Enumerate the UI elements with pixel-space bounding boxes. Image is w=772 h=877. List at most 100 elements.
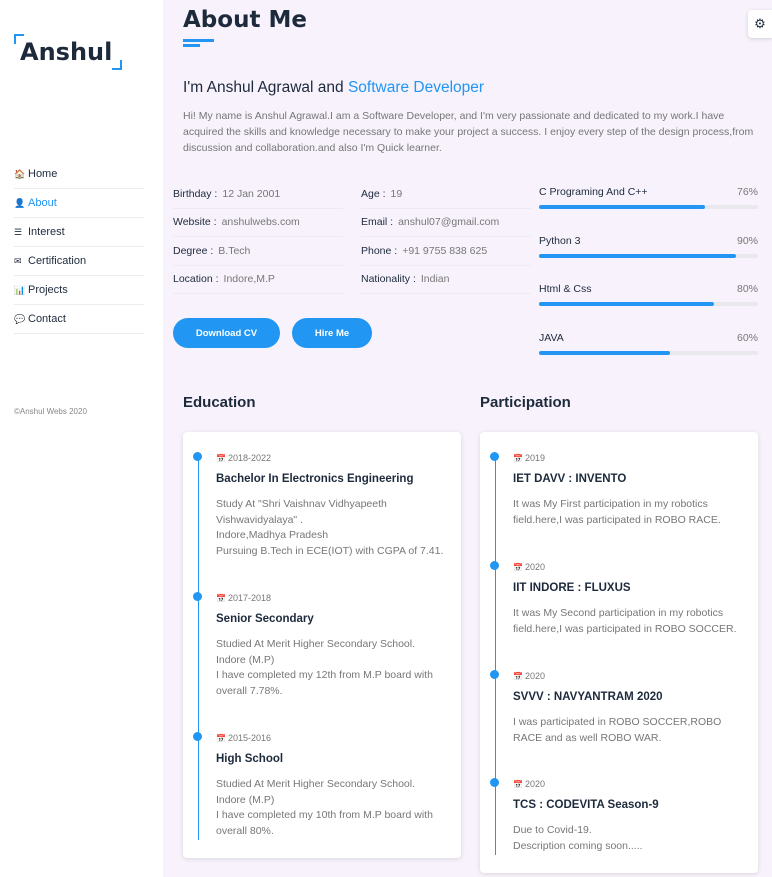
timeline-description: It was My Second participation in my rob… [513,606,753,637]
info-label: Nationality : [361,273,416,286]
info-row: Phone : +91 9755 838 625 [361,237,531,266]
timeline-description: Studied At Merit Higher Secondary School… [216,637,456,699]
skill-percent: 76% [736,186,758,198]
skill-name: Python 3 [539,234,581,247]
chart-icon: 📊 [14,284,26,295]
sidebar-item-label: Contact [28,313,66,325]
sidebar-item-certification[interactable]: ✉ Certification [14,247,144,276]
sidebar-item-interest[interactable]: ☰ Interest [14,218,144,247]
download-cv-button[interactable]: Download CV [173,318,280,348]
skill-name: Html & Css [539,283,592,295]
timeline-description: Due to Covid-19. Description coming soon.… [513,823,753,854]
timeline-title: Bachelor In Electronics Engineering [216,473,414,485]
skill-item: Python 3 90% [539,233,758,282]
timeline-dot [490,670,499,679]
sidebar-item-about[interactable]: 👤 About [14,189,144,218]
timeline-date: 📅 2020 [513,671,545,681]
brand-name: Anshul [20,38,113,66]
timeline-line [198,454,199,840]
title-underline-short [183,44,200,47]
skill-item: JAVA 60% [539,330,758,379]
calendar-icon: 📅 [513,780,523,789]
user-icon: 👤 [14,197,26,208]
sidebar-item-label: Home [28,168,58,180]
info-value: 12 Jan 2001 [222,187,281,200]
info-value: Indore,M.P [223,273,275,286]
sidebar-item-label: Interest [28,226,65,238]
info-row: Email : anshul07@gmail.com [361,209,531,237]
skill-percent: 80% [736,283,758,295]
skill-name: C Programing And C++ [539,186,648,198]
description-line: I have completed my 10th from M.P board … [216,809,433,837]
hire-me-button[interactable]: Hire Me [292,318,372,348]
timeline-title: High School [216,753,284,765]
skill-item: Html & Css 80% [539,281,758,330]
sidebar-item-projects[interactable]: 📊 Projects [14,276,144,305]
skill-item: C Programing And C++ 76% [539,184,758,233]
date-text: 2017-2018 [227,593,272,603]
info-value: +91 9755 838 625 [402,244,488,257]
timeline-dot [490,452,499,461]
personal-info-col2: Age : 19 Email : anshul07@gmail.com Phone : +… [361,180,531,294]
brand-logo[interactable]: Anshul [14,34,123,70]
description-line: It was My First participation in my robo… [513,498,721,526]
timeline-date: 📅 2018-2022 [216,453,271,463]
comments-icon: 💬 [14,313,26,324]
skill-name: JAVA [539,331,564,344]
timeline-description: Study At "Shri Vaishnav Vidhyapeeth Vish… [216,497,456,559]
timeline-dot [193,732,202,741]
calendar-icon: 📅 [216,594,226,603]
timeline-date: 📅 2017-2018 [216,593,271,603]
timeline-dot [193,452,202,461]
skill-progress-track [539,205,758,209]
timeline-title: Senior Secondary [216,613,314,625]
gear-icon: ⚙ [754,16,766,31]
date-text: 2020 [524,562,545,572]
date-text: 2018-2022 [227,453,272,463]
info-value: Indian [420,273,450,286]
timeline-dot [193,592,202,601]
settings-button[interactable]: ⚙ [748,10,772,38]
personal-info-col1: Birthday : 12 Jan 2001 Website : anshulwebs… [173,180,343,294]
skill-progress-fill [539,253,737,258]
skill-progress-track [539,253,758,258]
sidebar-nav: 🏠 Home 👤 About ☰ Interest ✉ Certification 📊 Proje… [14,160,144,334]
sidebar: Anshul 🏠 Home 👤 About ☰ Interest ✉ Certificatio… [0,0,163,877]
description-line: Pursuing B.Tech in ECE(IOT) with CGPA of… [216,544,444,557]
education-card: 📅 2018-2022 Bachelor In Electronics Engine… [183,432,461,858]
sidebar-item-contact[interactable]: 💬 Contact [14,305,144,334]
description-line: Due to Covid-19. [513,824,592,836]
info-label: Location : [173,273,219,286]
intro-heading: I'm Anshul Agrawal and Software Develope… [183,79,484,97]
logo-corner-bottom-right [112,60,123,70]
timeline-dot [490,778,499,787]
timeline-title: IIT INDORE : FLUXUS [513,582,631,594]
skill-progress-track [539,302,758,306]
description-line: Studied At Merit Higher Secondary School… [216,778,416,790]
calendar-icon: 📅 [513,454,523,463]
intro-role: Software Developer [347,79,485,96]
home-icon: 🏠 [14,168,26,179]
timeline-line [495,454,496,855]
main-content: About Me ⚙ I'm Anshul Agrawal and Softwa… [163,0,772,877]
date-text: 2020 [524,779,545,789]
sidebar-item-home[interactable]: 🏠 Home [14,160,144,189]
skill-progress-fill [539,205,706,209]
title-underline [183,39,214,42]
skill-progress-fill [539,302,715,306]
timeline-description: I was participated in ROBO SOCCER,ROBO R… [513,715,753,746]
description-line: Studied At Merit Higher Secondary School… [216,638,416,650]
description-line: Indore,Madhya Pradesh [216,529,329,541]
description-line: I have completed my 12th from M.P board … [216,669,433,697]
date-text: 2019 [524,453,545,463]
intro-prefix: I'm Anshul Agrawal and [183,79,348,96]
skill-progress-fill [539,350,671,355]
skill-percent: 60% [736,331,758,344]
info-label: Degree : [173,244,214,257]
timeline-description: It was My First participation in my robo… [513,497,753,528]
info-label: Birthday : [173,187,218,200]
description-line: Description coming soon..... [513,839,643,852]
participation-card: 📅 2019 IET DAVV : INVENTO It was My First p… [480,432,758,873]
copyright: ©Anshul Webs 2020 [14,407,87,416]
sidebar-item-label: Projects [28,284,68,296]
